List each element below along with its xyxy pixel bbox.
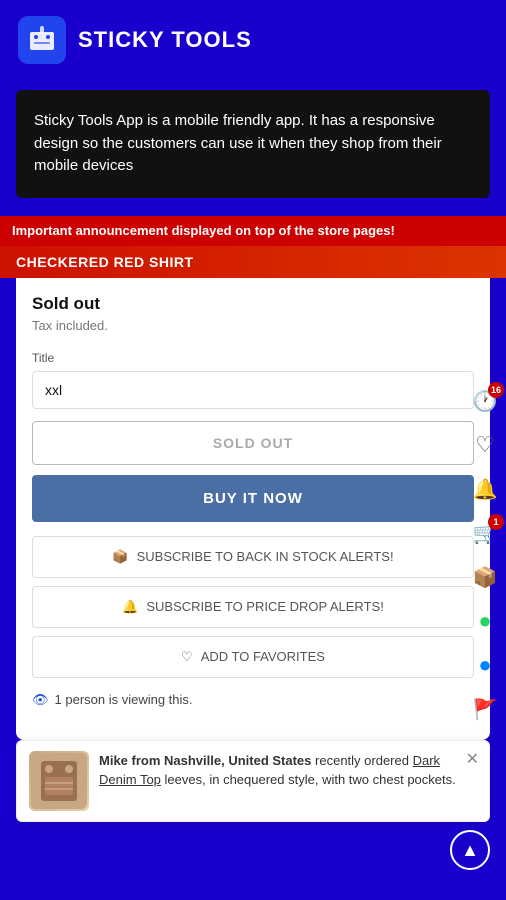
- tax-label: Tax included.: [32, 318, 474, 333]
- bell-sidebar-icon[interactable]: 🔔: [464, 468, 506, 510]
- recent-order-popup: Mike from Nashville, United States recen…: [16, 740, 490, 822]
- package-sidebar-icon[interactable]: 📦: [464, 556, 506, 598]
- heart-fav-icon: ♡: [181, 649, 193, 665]
- viewing-text: 1 person is viewing this.: [55, 692, 193, 707]
- history-sidebar-icon[interactable]: 🕐 16: [464, 380, 506, 422]
- whatsapp-sidebar-icon[interactable]: ●: [464, 600, 506, 642]
- description-text: Sticky Tools App is a mobile friendly ap…: [34, 110, 472, 178]
- floating-sidebar: 🕐 16 ♡ 🔔 🛒 1 📦 ● ● 🚩: [464, 380, 506, 730]
- chevron-up-icon: ▲: [461, 840, 479, 861]
- order-extra: leeves, in chequered style, with two che…: [165, 772, 456, 787]
- order-person: Mike from Nashville, United States: [99, 753, 311, 768]
- order-thumbnail: [29, 751, 89, 811]
- add-favorites-button[interactable]: ♡ ADD TO FAVORITES: [32, 636, 474, 678]
- product-card: Sold out Tax included. Title SOLD OUT BU…: [16, 278, 490, 740]
- order-text: Mike from Nashville, United States recen…: [99, 751, 477, 790]
- box-icon: 📦: [112, 549, 128, 565]
- buy-now-button[interactable]: BUY IT NOW: [32, 475, 474, 522]
- title-field-label: Title: [32, 351, 474, 365]
- heart-sidebar-icon[interactable]: ♡: [464, 424, 506, 466]
- app-title: STICKY TOOLS: [78, 27, 252, 53]
- messenger-sidebar-icon[interactable]: ●: [464, 644, 506, 686]
- scroll-to-top-button[interactable]: ▲: [450, 830, 490, 870]
- description-box: Sticky Tools App is a mobile friendly ap…: [16, 90, 490, 198]
- app-logo: [18, 16, 66, 64]
- eye-icon: 👁: [32, 692, 49, 708]
- announcement-text: Important announcement displayed on top …: [12, 223, 395, 238]
- flag-sidebar-icon[interactable]: 🚩: [464, 688, 506, 730]
- sold-out-button[interactable]: SOLD OUT: [32, 421, 474, 465]
- order-action: recently ordered: [315, 753, 413, 768]
- close-popup-button[interactable]: ✕: [466, 749, 479, 769]
- viewing-notice: 👁 1 person is viewing this.: [32, 692, 474, 708]
- bell-alert-icon: 🔔: [122, 599, 138, 615]
- product-name-bar: CHECKERED RED SHIRT: [0, 246, 506, 278]
- subscribe-stock-button[interactable]: 📦 SUBSCRIBE TO BACK IN STOCK ALERTS!: [32, 536, 474, 578]
- title-input[interactable]: [32, 371, 474, 409]
- product-name: CHECKERED RED SHIRT: [16, 254, 194, 270]
- announcement-bar: Important announcement displayed on top …: [0, 216, 506, 246]
- subscribe-price-button[interactable]: 🔔 SUBSCRIBE TO PRICE DROP ALERTS!: [32, 586, 474, 628]
- cart-sidebar-icon[interactable]: 🛒 1: [464, 512, 506, 554]
- header: STICKY TOOLS: [0, 0, 506, 80]
- sold-out-label: Sold out: [32, 294, 474, 314]
